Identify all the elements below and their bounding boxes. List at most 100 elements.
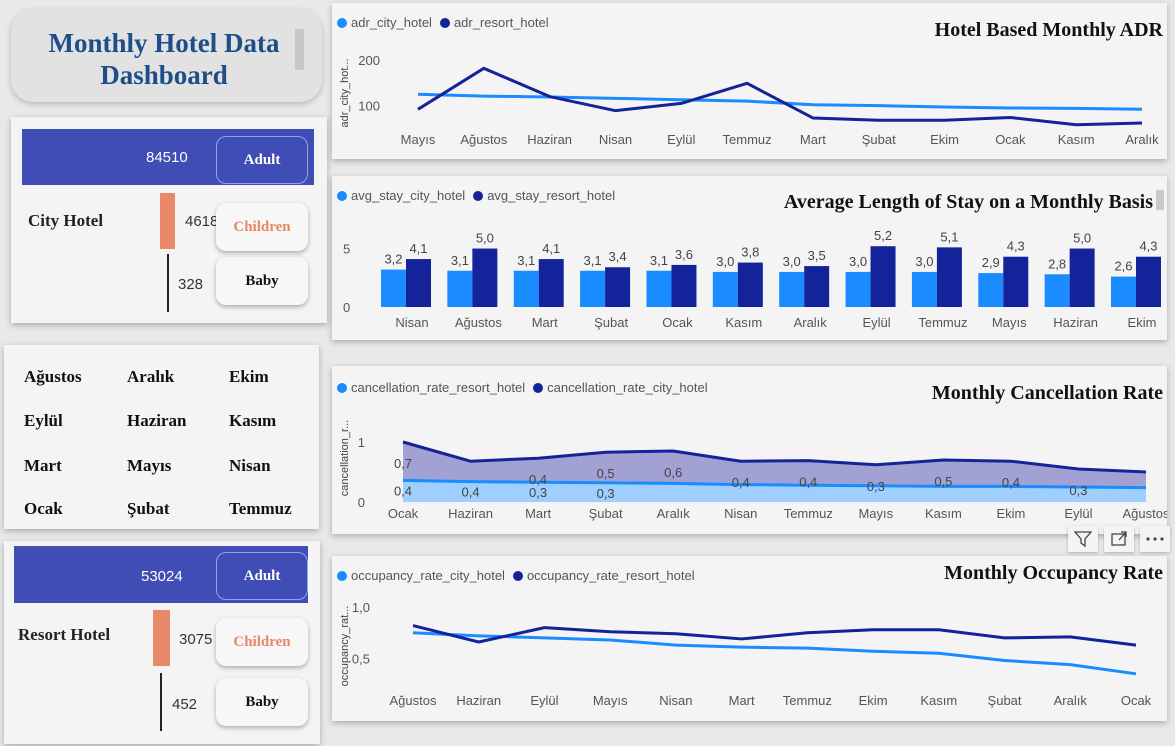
stay-chart[interactable]: 3,2 4,1 Nisan 3,1 5,0 Ağustos 3,1 4,1 Mart 3,1 3,4… — [332, 176, 1167, 340]
x-tick-label: Haziran — [456, 693, 501, 708]
data-label: 5,0 — [1073, 231, 1091, 246]
month-option[interactable]: Ocak — [24, 499, 63, 519]
resort-children-button[interactable]: Children — [216, 618, 308, 666]
data-label: 0,4 — [462, 485, 480, 500]
visual-toolbar — [1068, 526, 1170, 552]
month-option[interactable]: Haziran — [127, 411, 187, 431]
x-tick-label: Ocak — [662, 315, 693, 330]
bar-resort — [1003, 256, 1029, 307]
data-label: 4,3 — [1007, 239, 1025, 254]
bar-resort — [671, 264, 697, 307]
month-option[interactable]: Nisan — [229, 456, 271, 476]
data-label: 5,0 — [476, 231, 494, 246]
bar-resort — [1069, 248, 1095, 307]
data-label: 0,4 — [1002, 475, 1020, 490]
x-tick-label: Aralık — [1054, 693, 1088, 708]
y-axis-label: occupancy_rat... — [339, 606, 351, 687]
focus-mode-icon[interactable] — [1104, 526, 1134, 552]
bar-resort — [605, 267, 631, 307]
x-tick-label: Ekim — [930, 132, 959, 147]
resort-children-bar[interactable] — [153, 610, 170, 666]
adr-chart[interactable]: Mayıs Ağustos Haziran Nisan Eylül Temmuz Mart Ş… — [332, 3, 1167, 159]
stay-chart-panel: avg_stay_city_hotel avg_stay_resort_hote… — [332, 176, 1167, 340]
series-line-resort — [412, 624, 1137, 647]
resort-baby-bar[interactable] — [160, 673, 162, 731]
month-option[interactable]: Kasım — [229, 411, 276, 431]
data-label: 5,1 — [940, 229, 958, 244]
city-baby-button[interactable]: Baby — [216, 257, 308, 305]
x-tick-label: Kasım — [1058, 132, 1095, 147]
data-label: 0,6 — [664, 465, 682, 480]
month-option[interactable]: Ağustos — [24, 367, 82, 387]
y-axis-label: adr_city_hot... — [339, 58, 351, 127]
y-tick-label: 1 — [358, 435, 365, 450]
x-tick-label: Mayıs — [401, 132, 436, 147]
bar-city — [646, 270, 672, 307]
data-label: 3,0 — [716, 254, 734, 269]
bar-city — [779, 271, 805, 307]
x-tick-label: Ocak — [1121, 693, 1152, 708]
data-label: 3,0 — [849, 254, 867, 269]
data-label: 0,5 — [597, 466, 615, 481]
month-option[interactable]: Ekim — [229, 367, 269, 387]
y-tick-label: 5 — [343, 242, 350, 257]
resort-children-value: 3075 — [179, 631, 213, 648]
x-tick-label: Aralık — [1125, 132, 1159, 147]
data-label: 0,3 — [529, 485, 547, 500]
x-tick-label: Mart — [729, 693, 755, 708]
data-label: 0,4 — [394, 483, 412, 498]
filter-icon[interactable] — [1068, 526, 1098, 552]
month-option[interactable]: Temmuz — [229, 499, 292, 519]
x-tick-label: Temmuz — [918, 315, 967, 330]
x-tick-label: Nisan — [724, 506, 757, 521]
y-axis-label: cancellation_r... — [339, 420, 351, 496]
y-tick-label: 200 — [358, 53, 380, 68]
data-label: 2,8 — [1048, 256, 1066, 271]
occupancy-chart[interactable]: Ağustos Haziran Eylül Mayıs Nisan Mart Temmuz E… — [332, 556, 1167, 721]
month-option[interactable]: Aralık — [127, 367, 174, 387]
x-tick-label: Eylül — [530, 693, 558, 708]
data-label: 3,6 — [675, 247, 693, 262]
bar-resort — [737, 262, 763, 307]
x-tick-label: Eylül — [667, 132, 695, 147]
city-adult-button[interactable]: Adult — [216, 136, 308, 184]
data-label: 0,5 — [934, 474, 952, 489]
x-tick-label: Şubat — [589, 506, 623, 521]
x-tick-label: Temmuz — [723, 132, 772, 147]
city-children-button[interactable]: Children — [216, 203, 308, 251]
bar-resort — [870, 246, 896, 307]
city-baby-bar[interactable] — [167, 254, 169, 312]
data-label: 5,2 — [874, 228, 892, 243]
city-guests-card: 84510 Adult City Hotel 4618 Children 328… — [11, 117, 327, 323]
bar-city — [447, 270, 473, 307]
data-label: 4,3 — [1139, 239, 1157, 254]
city-children-value: 4618 — [185, 213, 219, 230]
x-tick-label: Şubat — [862, 132, 896, 147]
data-label: 0,4 — [732, 475, 750, 490]
cancellation-chart[interactable]: 0,70,4 0,5 0,60,4 0,4 0,3 0,5 0,40,30,4 0,4 0,3 0… — [332, 366, 1167, 534]
cancellation-chart-panel: cancellation_rate_resort_hotel cancellat… — [332, 366, 1167, 534]
x-tick-label: Mart — [525, 506, 551, 521]
y-tick-label: 0,5 — [352, 651, 370, 666]
resort-baby-button[interactable]: Baby — [216, 678, 308, 726]
x-tick-label: Ocak — [995, 132, 1026, 147]
y-tick-label: 0 — [358, 495, 365, 510]
month-option[interactable]: Mayıs — [127, 456, 171, 476]
month-option[interactable]: Eylül — [24, 411, 63, 431]
resort-baby-value: 452 — [172, 696, 198, 713]
city-children-bar[interactable] — [160, 193, 175, 249]
x-tick-label: Nisan — [395, 315, 428, 330]
month-option[interactable]: Mart — [24, 456, 62, 476]
bar-city — [1111, 276, 1136, 307]
x-tick-label: Haziran — [448, 506, 493, 521]
month-option[interactable]: Şubat — [127, 499, 170, 519]
dashboard-title: Monthly Hotel Data Dashboard — [19, 27, 309, 91]
resort-adult-button[interactable]: Adult — [216, 552, 308, 600]
bar-city — [1044, 274, 1070, 307]
more-options-icon[interactable] — [1140, 526, 1170, 552]
bar-resort — [538, 259, 564, 307]
bar-city — [911, 271, 937, 307]
data-label: 0,3 — [867, 479, 885, 494]
y-tick-label: 0 — [343, 300, 350, 315]
title-scrollbar[interactable] — [295, 29, 304, 70]
